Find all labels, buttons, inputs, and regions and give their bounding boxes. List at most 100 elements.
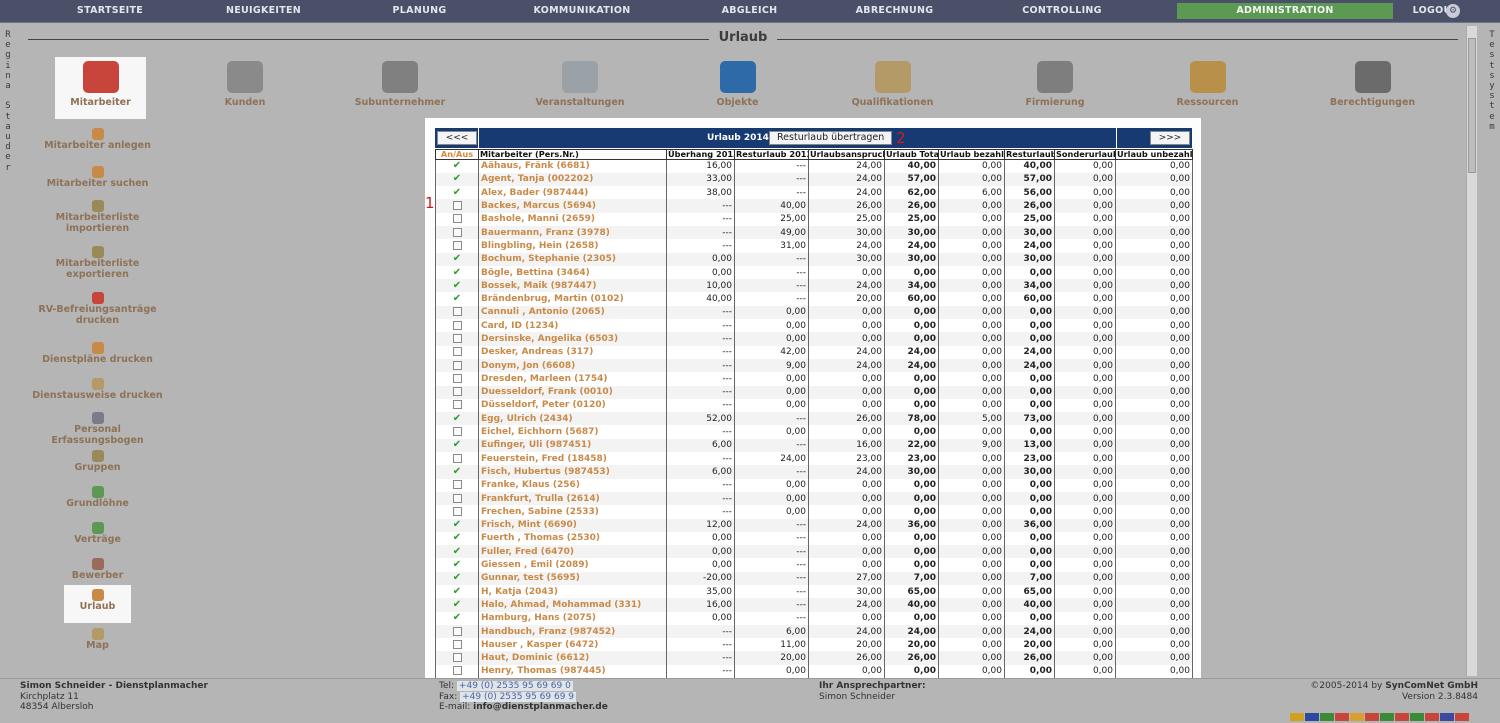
sidebar-item-dienstausweise[interactable]: Dienstausweise drucken (30, 378, 165, 402)
sidebar-item-gruppen[interactable]: Gruppen (30, 450, 165, 474)
employee-name[interactable]: Dresden, Marleen (1754) (478, 372, 667, 386)
check-icon[interactable]: ✔ (453, 546, 461, 557)
check-icon[interactable]: ✔ (453, 160, 461, 171)
fax-link[interactable]: +49 (0) 2535 95 69 69 9 (460, 691, 577, 702)
flag-icon[interactable] (1365, 713, 1379, 721)
enable-checkbox[interactable] (452, 214, 462, 224)
module-berechtigungen[interactable]: Berechtigungen (1320, 57, 1425, 119)
sidebar-item-mitarbeiterliste[interactable]: Mitarbeiterliste exportieren (30, 246, 165, 280)
enable-checkbox[interactable] (452, 493, 462, 503)
enable-checkbox[interactable] (452, 653, 462, 663)
module-qualifikationen[interactable]: Qualifikationen (840, 57, 945, 119)
flag-icon[interactable] (1335, 713, 1349, 721)
employee-name[interactable]: Haut, Dominic (6612) (478, 651, 667, 665)
employee-name[interactable]: Alex, Bader (987444) (478, 186, 667, 200)
nav-item-kommunikation[interactable]: KOMMUNIKATION (497, 3, 667, 19)
employee-name[interactable]: Feuerstein, Fred (18458) (478, 452, 667, 466)
enable-checkbox[interactable] (452, 360, 462, 370)
nav-item-startseite[interactable]: STARTSEITE (35, 3, 185, 19)
sidebar-item-grundlöhne[interactable]: Grundlöhne (30, 486, 165, 510)
module-veranstaltungen[interactable]: Veranstaltungen (510, 57, 650, 119)
flag-icon[interactable] (1395, 713, 1409, 721)
sidebar-item-bewerber[interactable]: Bewerber (30, 558, 165, 582)
sidebar-item-urlaub[interactable]: Urlaub (64, 585, 131, 623)
employee-name[interactable]: Hamburg, Hans (2075) (478, 611, 667, 625)
employee-name[interactable]: Duesseldorf, Frank (0010) (478, 385, 667, 399)
employee-name[interactable]: Blingbling, Hein (2658) (478, 239, 667, 253)
check-icon[interactable]: ✔ (453, 267, 461, 278)
enable-checkbox[interactable] (452, 639, 462, 649)
check-icon[interactable]: ✔ (453, 439, 461, 450)
transfer-remaining-button[interactable]: Resturlaub übertragen (769, 131, 893, 145)
enable-checkbox[interactable] (452, 201, 462, 211)
flag-icon[interactable] (1290, 713, 1304, 721)
nav-item-controlling[interactable]: CONTROLLING (957, 3, 1167, 19)
flag-icon[interactable] (1380, 713, 1394, 721)
module-objekte[interactable]: Objekte (680, 57, 795, 119)
gear-icon[interactable]: ⚙ (1446, 4, 1460, 18)
check-icon[interactable]: ✔ (453, 572, 461, 583)
flag-icon[interactable] (1455, 713, 1469, 721)
employee-name[interactable]: Frankfurt, Trulla (2614) (478, 491, 667, 506)
enable-checkbox[interactable] (452, 506, 462, 516)
email-link[interactable]: info@dienstplanmacher.de (473, 702, 608, 712)
tel-link[interactable]: +49 (0) 2535 95 69 69 0 (456, 681, 573, 691)
nav-item-administration[interactable]: ADMINISTRATION (1177, 3, 1393, 19)
employee-name[interactable]: Desker, Andreas (317) (478, 345, 667, 359)
module-subunternehmer[interactable]: Subunternehmer (350, 57, 450, 119)
check-icon[interactable]: ✔ (453, 173, 461, 184)
sidebar-item-dienstpläne[interactable]: Dienstpläne drucken (30, 342, 165, 366)
enable-checkbox[interactable] (452, 334, 462, 343)
module-kunden[interactable]: Kunden (195, 57, 295, 119)
enable-checkbox[interactable] (452, 240, 462, 250)
employee-name[interactable]: Fisch, Hubertus (987453) (478, 465, 667, 479)
check-icon[interactable]: ✔ (453, 253, 461, 264)
flag-icon[interactable] (1350, 713, 1364, 721)
sidebar-item-verträge[interactable]: Verträge (30, 522, 165, 546)
check-icon[interactable]: ✔ (453, 559, 461, 570)
nav-item-planung[interactable]: PLANUNG (342, 3, 497, 19)
enable-checkbox[interactable] (452, 387, 462, 397)
employee-name[interactable]: Egg, Ulrich (2434) (478, 412, 667, 426)
nav-item-neuigkeiten[interactable]: NEUIGKEITEN (185, 3, 342, 19)
enable-checkbox[interactable] (452, 373, 462, 383)
check-icon[interactable]: ✔ (453, 612, 461, 623)
sidebar-item-personal[interactable]: Personal Erfassungsbogen (30, 412, 165, 446)
flag-icon[interactable] (1320, 713, 1334, 721)
check-icon[interactable]: ✔ (453, 599, 461, 610)
employee-name[interactable]: Donym, Jon (6608) (478, 358, 667, 373)
enable-checkbox[interactable] (452, 227, 462, 237)
check-icon[interactable]: ✔ (453, 187, 461, 198)
employee-name[interactable]: Bögle, Bettina (3464) (478, 265, 667, 280)
employee-name[interactable]: Eichel, Eichhorn (5687) (478, 425, 667, 439)
page-scrollbar[interactable] (1466, 26, 1477, 676)
employee-name[interactable]: Halo, Ahmad, Mohammad (331) (478, 598, 667, 612)
flag-icon[interactable] (1440, 713, 1454, 721)
enable-checkbox[interactable] (452, 453, 462, 463)
flag-icon[interactable] (1425, 713, 1439, 721)
sidebar-item-map[interactable]: Map (30, 628, 165, 652)
employee-name[interactable]: Frisch, Mint (6690) (478, 518, 667, 532)
nav-item-abgleich[interactable]: ABGLEICH (667, 3, 832, 19)
check-icon[interactable]: ✔ (453, 413, 461, 424)
employee-name[interactable]: Eufinger, Uli (987451) (478, 438, 667, 453)
scrollbar-thumb[interactable] (1468, 38, 1476, 173)
sidebar-item-mitarbeiterliste[interactable]: Mitarbeiterliste importieren (30, 200, 165, 234)
employee-name[interactable]: Fuller, Fred (6470) (478, 545, 667, 559)
flag-icon[interactable] (1305, 713, 1319, 721)
nav-item-abrechnung[interactable]: ABRECHNUNG (832, 3, 957, 19)
sidebar-item-mitarbeiter[interactable]: Mitarbeiter suchen (30, 166, 165, 190)
enable-checkbox[interactable] (452, 307, 462, 317)
check-icon[interactable]: ✔ (453, 280, 461, 291)
employee-name[interactable]: Bossek, Maik (987447) (478, 279, 667, 293)
check-icon[interactable]: ✔ (453, 466, 461, 477)
employee-name[interactable]: Franke, Klaus (256) (478, 478, 667, 492)
sidebar-item-rv-befreiungsanträge[interactable]: RV-Befreiungsanträge drucken (30, 292, 165, 326)
enable-checkbox[interactable] (452, 427, 462, 437)
check-icon[interactable]: ✔ (453, 586, 461, 597)
enable-checkbox[interactable] (452, 347, 462, 357)
module-firmierung[interactable]: Firmierung (1000, 57, 1110, 119)
employee-name[interactable]: Henry, Thomas (987445) (478, 664, 667, 678)
employee-name[interactable]: Cannuli , Antonio (2065) (478, 305, 667, 320)
enable-checkbox[interactable] (452, 666, 462, 676)
